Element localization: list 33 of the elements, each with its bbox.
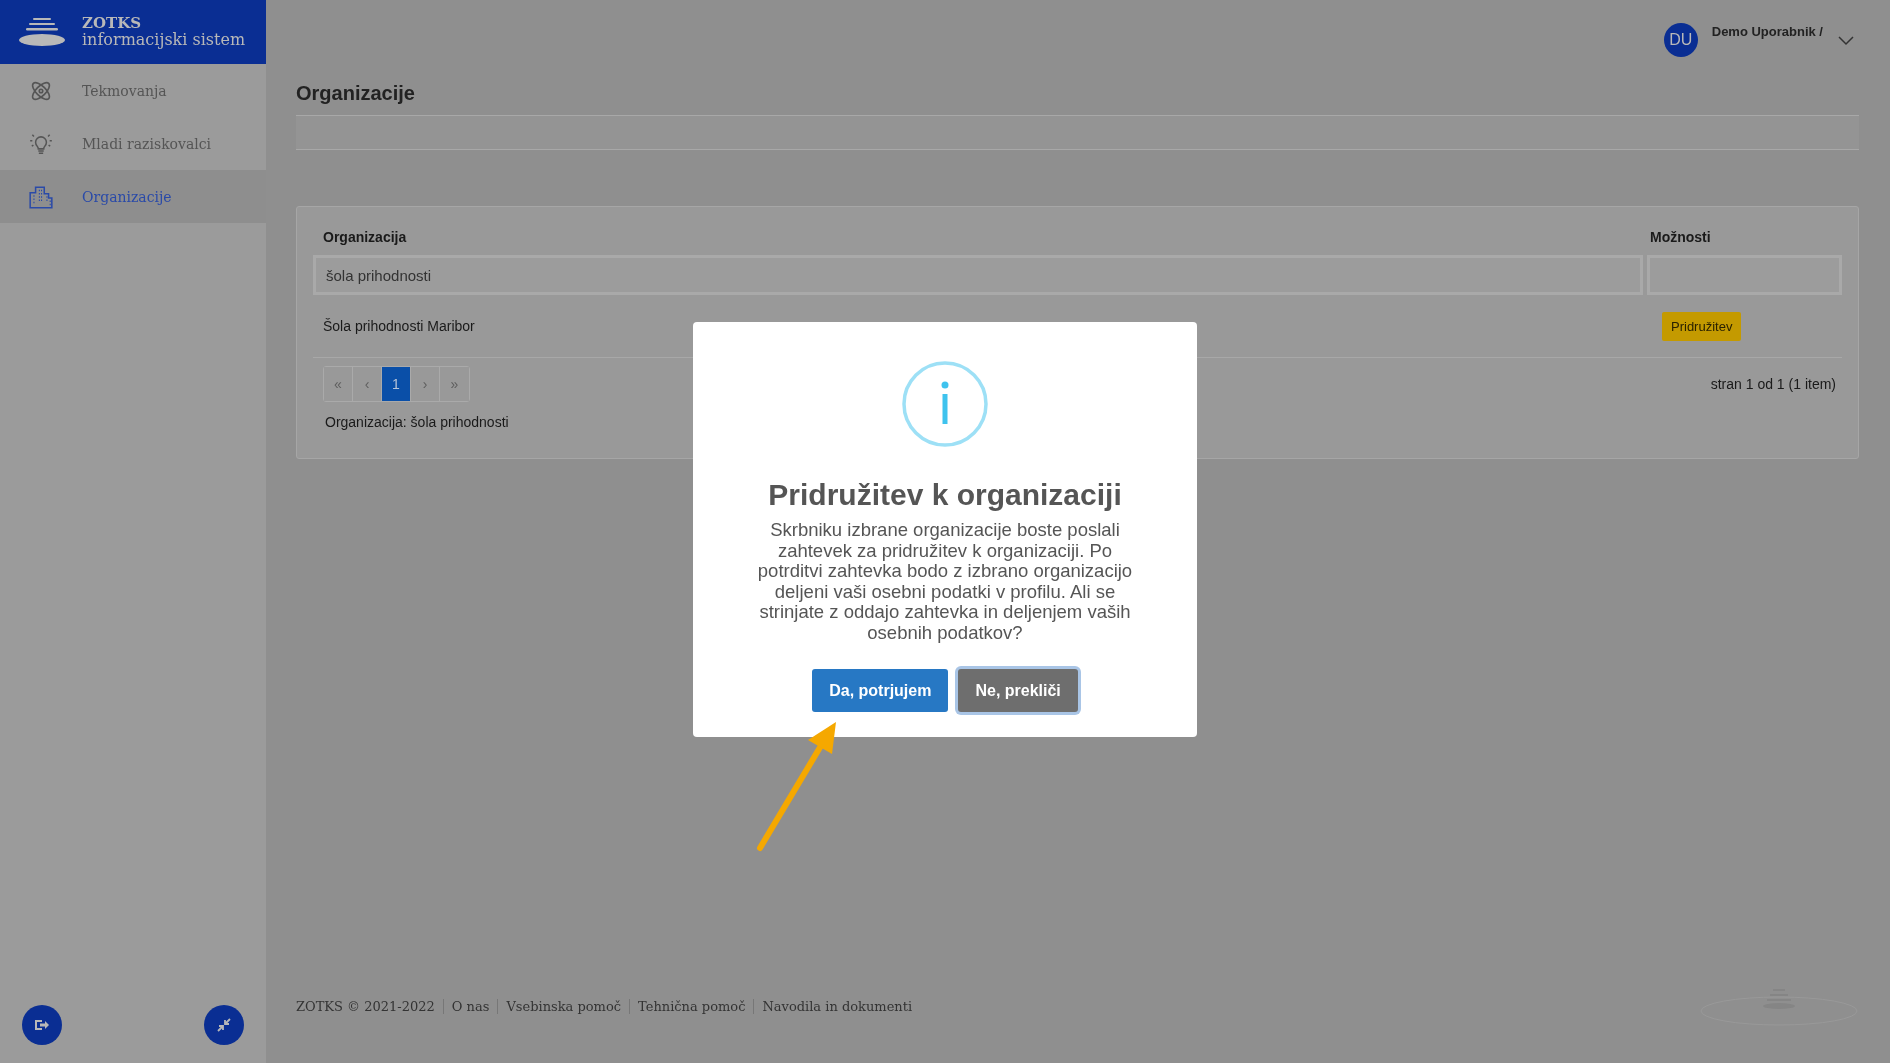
info-icon — [901, 360, 989, 448]
logo-icon — [18, 16, 66, 48]
user-name[interactable]: Demo Uporabnik / — [1711, 24, 1823, 39]
filter-note: Organizacija: šola prihodnosti — [325, 414, 510, 430]
table-cell-text: Šola prihodnosti Maribor — [323, 318, 476, 334]
dialog-title: Pridružitev k organizaciji — [768, 478, 1122, 512]
join-button[interactable]: Pridružitev — [1662, 311, 1742, 341]
sidebar-item[interactable]: Tekmovanja — [0, 64, 266, 117]
footer-link[interactable]: Navodila in dokumenti — [753, 999, 921, 1014]
pager-button[interactable]: 1 — [382, 367, 411, 401]
user-avatar[interactable]: DU — [1663, 23, 1698, 57]
dialog-message: Skrbniku izbrane organizacije boste poslali zahtevek za pridružitev k organizaciji. Po potrditvi zahtevka bodo z izbrano organizacijo deljeni vaši osebni podatki v profilu. Ali se strinjate z oddajo zahtevka in deljenjem vaših osebnih podatkov? — [756, 520, 1134, 643]
logout-icon — [34, 1017, 50, 1033]
footer-link[interactable]: O nas — [442, 999, 498, 1014]
confirm-button[interactable]: Da, potrjujem — [812, 669, 949, 712]
logout-button[interactable] — [22, 1005, 62, 1045]
sidebar-item[interactable]: Mladi raziskovalci — [0, 117, 266, 170]
page-summary: stran 1 od 1 (1 item) — [1710, 376, 1836, 392]
copyright-text: ZOTKS © 2021-2022 — [296, 999, 436, 1014]
buildings-icon — [28, 183, 54, 210]
brand-subtitle: informacijski sistem — [82, 31, 246, 49]
filter-field[interactable]: šola prihodnosti — [313, 255, 1643, 295]
footer-link[interactable]: Tehnična pomoč — [629, 999, 754, 1014]
collapse-icon — [216, 1017, 232, 1033]
cancel-button[interactable]: Ne, prekliči — [958, 669, 1078, 712]
chevron-down-icon[interactable] — [1837, 34, 1855, 46]
collapse-button[interactable] — [204, 1005, 244, 1045]
column-header: Možnosti — [1650, 229, 1712, 245]
footer-link[interactable]: Vsebinska pomoč — [497, 999, 630, 1014]
brand-title: ZOTKS — [82, 15, 143, 31]
column-header: Organizacija — [323, 229, 408, 245]
sidebar-item[interactable]: Organizacije — [0, 170, 266, 223]
page-title: Organizacije — [296, 82, 416, 105]
